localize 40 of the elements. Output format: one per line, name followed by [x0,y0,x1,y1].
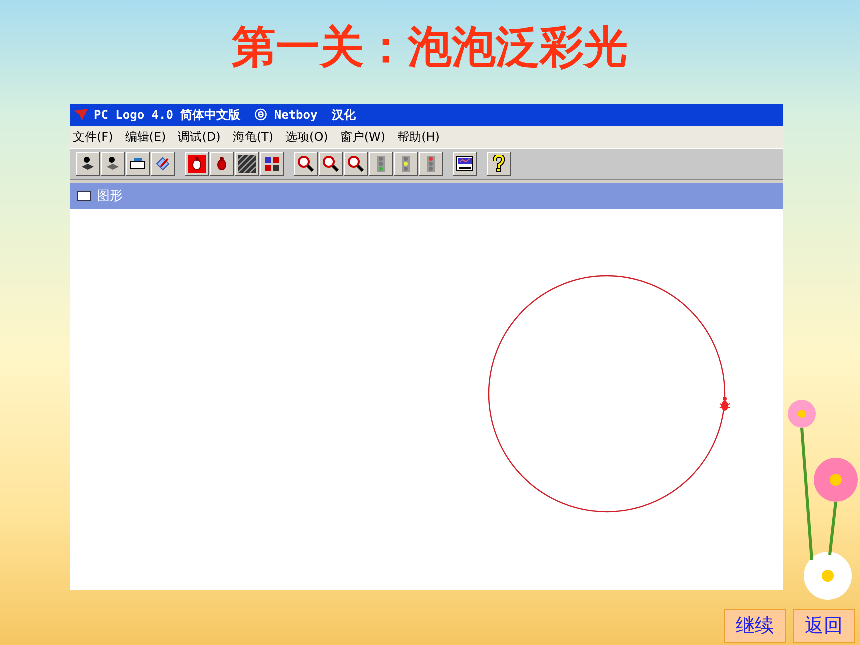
toolbar-button[interactable] [453,152,477,176]
turtle-icon [720,397,730,411]
menu-item[interactable]: 帮助(H) [398,128,440,146]
help-icon [492,155,506,173]
toolbar-button[interactable] [419,152,443,176]
menu-item[interactable]: 窗户(W) [340,128,386,146]
graphics-window-title: 图形 [97,188,123,205]
menu-item[interactable]: 文件(F) [73,128,114,146]
window-icon [77,191,91,201]
toolbar-button[interactable] [151,152,175,176]
toolbar-button[interactable] [260,152,284,176]
toolbar-button[interactable] [319,152,343,176]
toolbar-button[interactable] [369,152,393,176]
menu-item[interactable]: 调试(D) [178,128,221,146]
nav-button[interactable]: 继续 [724,609,786,643]
pencil-icon [155,156,171,172]
toolbar-button[interactable] [101,152,125,176]
toolbar-button[interactable] [344,152,368,176]
toolbar-button[interactable] [235,152,259,176]
nav-button[interactable]: 返回 [793,609,855,643]
monitor-icon [456,156,474,172]
toolbar-button[interactable] [487,152,511,176]
menu-item[interactable]: 海龟(T) [232,128,274,146]
window-title: PC Logo 4.0 简体中文版 ⓔ Netboy 汉化 [94,106,356,124]
toolbar-button[interactable] [185,152,209,176]
toolbar-button[interactable] [294,152,318,176]
magnifier-icon [297,155,315,173]
toolbar-button[interactable] [210,152,234,176]
magnifier-icon [322,155,340,173]
logo-icon [73,108,89,122]
magnifier-icon [347,155,365,173]
slide-title: 第一关：泡泡泛彩光 [231,21,629,75]
turtle-icon [188,155,206,173]
menu-item[interactable]: 选项(O) [286,128,328,146]
hatch-pattern-icon [238,155,256,173]
toolbar-button[interactable] [76,152,100,176]
menu-item[interactable]: 编辑(E) [125,128,166,146]
printer-icon [130,157,146,171]
toolbar-button[interactable] [126,152,150,176]
toolbar-button[interactable] [394,152,418,176]
